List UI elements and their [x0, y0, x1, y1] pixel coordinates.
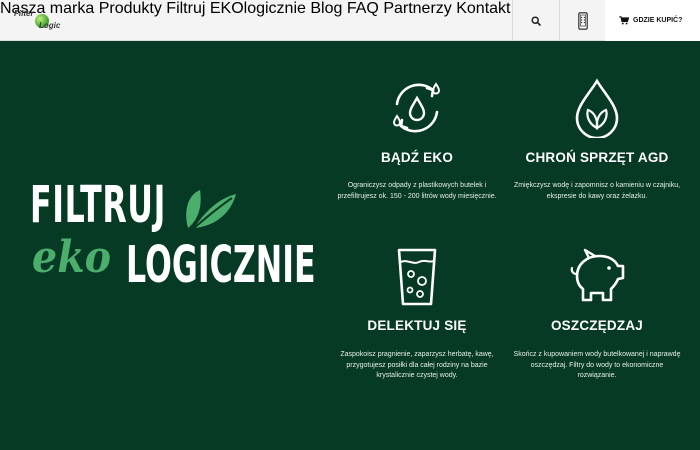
hero-slogan: FILTRUJ eko LOGICZNIE — [30, 180, 320, 295]
leaf-icon — [186, 190, 236, 229]
where-to-buy-label: GDZIE KUPIĆ? — [633, 17, 683, 24]
feature-description: Skończ z kupowaniem wody butelkowanej i … — [513, 351, 681, 379]
nav-item-filtruj-ekologicznie[interactable]: Filtruj EKOlogicznie — [166, 0, 306, 17]
feature-title: BĄDŹ EKO — [380, 150, 454, 165]
feature-badz-eko: BĄDŹ EKO Ograniczysz odpady z plastikowy… — [327, 78, 507, 218]
feature-chron-sprzet-agd: CHROŃ SPRZĘT AGD Zmiękczysz wodę i zapom… — [507, 78, 687, 218]
slogan-filtruj: FILTRUJ — [30, 176, 166, 235]
filterlogic-logo[interactable]: Filter Logic — [14, 8, 78, 34]
logo-text-logic: Logic — [39, 21, 61, 30]
eco-water-cycle-icon — [392, 82, 441, 133]
app-phone-button[interactable] — [560, 0, 605, 41]
glass-of-water-icon — [397, 248, 437, 306]
nav-item-faq[interactable]: FAQ — [347, 0, 379, 17]
nav-item-kontakt[interactable]: Kontakt — [456, 0, 510, 17]
logo-text-filter: Filter — [14, 9, 34, 18]
search-button[interactable] — [513, 0, 559, 41]
where-to-buy-button[interactable]: GDZIE KUPIĆ? — [605, 0, 700, 41]
feature-title: CHROŃ SPRZĘT AGD — [525, 150, 669, 165]
feature-title: OSZCZĘDZAJ — [550, 318, 643, 333]
shopping-cart-icon — [619, 16, 629, 25]
slogan-logicznie: LOGICZNIE — [126, 236, 316, 295]
feature-description: Ograniczysz odpady z plastikowych butele… — [337, 182, 497, 200]
feature-description: Zaspokoisz pragnienie, zaparzysz herbatę… — [340, 351, 494, 379]
phone-icon — [577, 11, 588, 30]
site-header: Filter Logic Nasza marka Produkty Filtru… — [0, 0, 700, 41]
feature-description: Zmiękczysz wodę i zapomnisz o kamieniu w… — [513, 182, 681, 200]
nav-item-blog[interactable]: Blog — [310, 0, 342, 17]
water-drop-leaf-icon — [575, 78, 619, 138]
piggy-bank-icon — [570, 248, 625, 302]
nav-item-produkty[interactable]: Produkty — [99, 0, 162, 17]
feature-title: DELEKTUJ SIĘ — [367, 318, 467, 333]
feature-delektuj-sie: DELEKTUJ SIĘ Zaspokoisz pragnienie, zapa… — [327, 246, 507, 386]
feature-oszczedzaj: OSZCZĘDZAJ Skończ z kupowaniem wody bute… — [507, 246, 687, 386]
slogan-eko: eko — [32, 232, 112, 283]
search-icon — [531, 15, 541, 26]
nav-item-partnerzy[interactable]: Partnerzy — [383, 0, 451, 17]
